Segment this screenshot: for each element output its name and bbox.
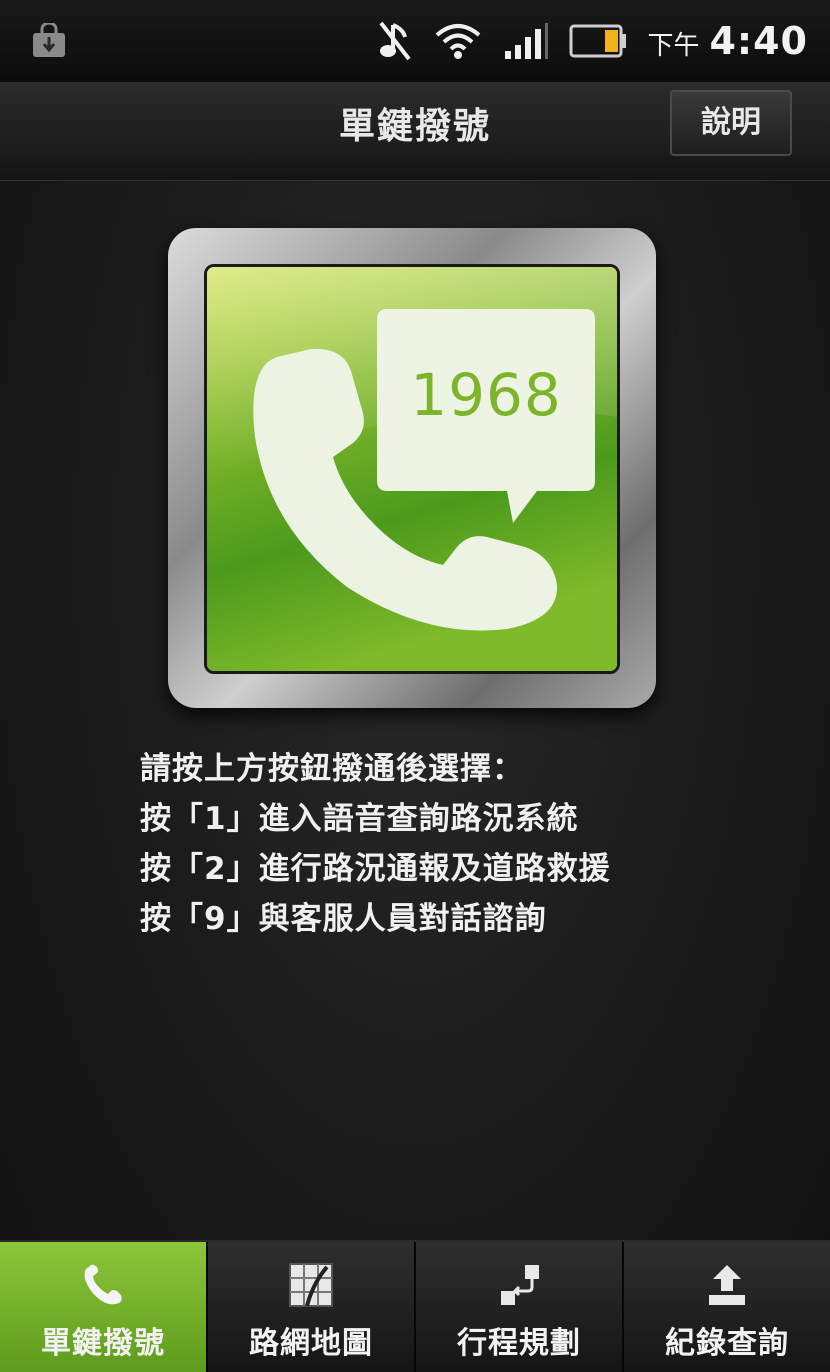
tab-label: 行程規劃 (457, 1326, 581, 1361)
music-muted-icon (377, 19, 413, 63)
route-icon (494, 1260, 544, 1310)
instruction-line: 按「9」與客服人員對話諮詢 (140, 901, 547, 937)
tab-road-map[interactable]: 路網地圖 (208, 1242, 416, 1372)
help-button[interactable]: 說明 (670, 90, 792, 156)
app-screen: 下午 4:40 單鍵撥號 說明 1968 請按上方按鈕撥通後選擇： 按「1」進入… (0, 0, 830, 1372)
battery-icon (569, 24, 627, 58)
bottom-tab-bar: 單鍵撥號 路網地圖 行程規劃 紀錄查詢 (0, 1240, 830, 1372)
instructions: 請按上方按鈕撥通後選擇： 按「1」進入語音查詢路況系統 按「2」進行路況通報及道… (140, 744, 740, 944)
instruction-line: 按「2」進行路況通報及道路救援 (140, 851, 611, 887)
upload-icon (702, 1260, 752, 1310)
tab-speed-dial[interactable]: 單鍵撥號 (0, 1242, 208, 1372)
map-icon (286, 1260, 336, 1310)
phone-icon (78, 1260, 128, 1310)
clock-time: 4:40 (709, 19, 808, 63)
instruction-line: 按「1」進入語音查詢路況系統 (140, 801, 579, 837)
tab-label: 單鍵撥號 (41, 1326, 165, 1361)
dial-number: 1968 (410, 361, 562, 429)
tab-trip-planning[interactable]: 行程規劃 (416, 1242, 624, 1372)
phone-handset-icon (207, 267, 617, 671)
tab-label: 紀錄查詢 (665, 1326, 789, 1361)
signal-icon (503, 21, 549, 61)
title-bar: 單鍵撥號 說明 (0, 82, 830, 181)
wifi-icon (433, 21, 483, 61)
status-clock: 下午 4:40 (647, 19, 808, 63)
clock-ampm: 下午 (647, 31, 700, 61)
dial-1968-button[interactable]: 1968 (168, 228, 656, 708)
shopping-bag-icon (30, 23, 68, 59)
instruction-line: 請按上方按鈕撥通後選擇： (140, 751, 524, 787)
tab-records[interactable]: 紀錄查詢 (624, 1242, 830, 1372)
tab-label: 路網地圖 (249, 1326, 373, 1361)
status-bar: 下午 4:40 (0, 0, 830, 82)
dial-button-face: 1968 (204, 264, 620, 674)
